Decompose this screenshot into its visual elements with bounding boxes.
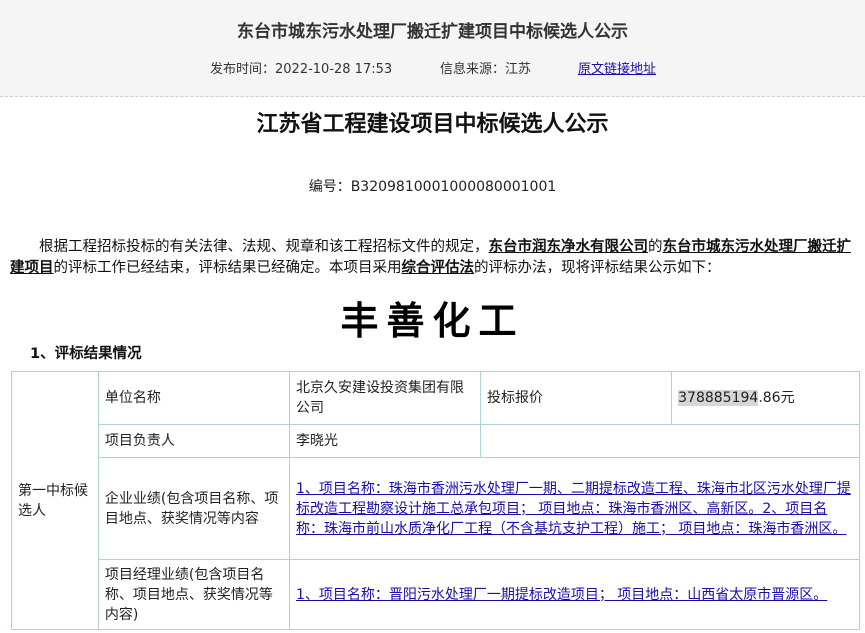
tenderer-name: 东台市润东净水有限公司	[488, 239, 649, 255]
bid-label: 投标报价	[480, 371, 673, 425]
manager-label: 项目负责人	[97, 424, 290, 458]
table-row: 项目经理业绩(包含项目名称、项目地点、获奖情况等内容) 1、项目名称：晋阳污水处…	[12, 559, 861, 630]
page-title: 东台市城东污水处理厂搬迁扩建项目中标候选人公示	[237, 22, 628, 42]
company-label: 单位名称	[97, 371, 290, 425]
bid-value-highlight: 378885194	[678, 390, 759, 406]
bid-value: 378885194.86元	[671, 371, 860, 425]
rank-label: 第一中标候选人	[11, 371, 99, 630]
announcement-header: 东台市城东污水处理厂搬迁扩建项目中标候选人公示 发布时间：2022-10-28 …	[0, 0, 865, 97]
manager-performance-value[interactable]: 1、项目名称：晋阳污水处理厂一期提标改造项目； 项目地点：山西省太原市晋源区。	[288, 559, 861, 630]
manager-performance-label: 项目经理业绩(包含项目名称、项目地点、获奖情况等内容)	[97, 559, 290, 630]
table-row: 第一中标候选人 单位名称 北京久安建设投资集团有限公司 投标报价 3788851…	[11, 371, 860, 630]
intro-text-2: 的	[648, 239, 663, 255]
intro-text-4: 的评标办法，现将评标结果公示如下：	[474, 260, 721, 276]
bid-value-rest: .86元	[758, 390, 795, 406]
results-table: 第一中标候选人 单位名称 北京久安建设投资集团有限公司 投标报价 3788851…	[11, 371, 861, 630]
table-row: 项目负责人 李晓光	[12, 424, 860, 458]
original-link[interactable]: 原文链接地址	[578, 58, 656, 77]
intro-paragraph: 根据工程招标投标的有关法律、法规、规章和该工程招标文件的规定，东台市润东净水有限…	[10, 237, 855, 279]
company-name: 北京久安建设投资集团有限公司	[288, 371, 482, 425]
intro-text-3: 的评标工作已经结束，评标结果已经确定。本项目采用	[53, 260, 402, 276]
company-performance-value[interactable]: 1、项目名称：珠海市香洲污水处理厂一期、二期提标改造工程、珠海市北区污水处理厂提…	[288, 457, 861, 560]
watermark-text: 丰善化工	[340, 299, 525, 343]
section-title: 1、评标结果情况	[30, 346, 142, 362]
info-source: 信息来源：江苏	[440, 62, 532, 77]
table-row: 企业业绩(包含项目名称、项目地点、获奖情况等内容 1、项目名称：珠海市香洲污水处…	[12, 457, 861, 560]
empty-cell	[480, 424, 860, 458]
evaluation-method: 综合评估法	[401, 260, 475, 276]
intro-text-1: 根据工程招标投标的有关法律、法规、规章和该工程招标文件的规定，	[39, 239, 489, 255]
document-title: 江苏省工程建设项目中标候选人公示	[256, 112, 609, 137]
serial-number: 编号：B3209810001000080001001	[308, 179, 557, 195]
publish-time: 发布时间：2022-10-28 17:53	[210, 62, 393, 77]
company-performance-label: 企业业绩(包含项目名称、项目地点、获奖情况等内容	[97, 457, 290, 560]
manager-name: 李晓光	[288, 424, 482, 458]
